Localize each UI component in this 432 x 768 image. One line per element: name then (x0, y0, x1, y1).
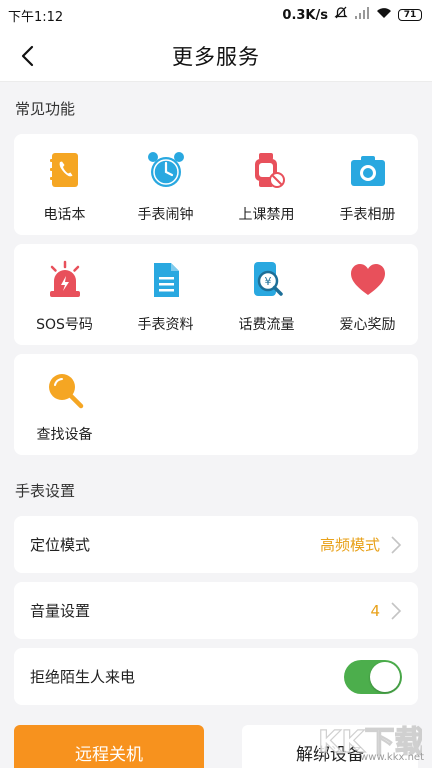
toggle-knob (370, 661, 400, 692)
find-device-label: 查找设备 (36, 427, 93, 443)
reward-label: 爱心奖励 (339, 317, 396, 333)
watermark-url: www.kkx.net (360, 752, 424, 763)
remote-power-off-button[interactable]: 远程关机 (14, 725, 204, 768)
chevron-right-icon (391, 535, 402, 554)
sos-item[interactable]: SOS号码 (14, 244, 115, 345)
watch-info-label: 手表资料 (137, 317, 194, 333)
find-device-item[interactable]: 查找设备 (14, 354, 115, 455)
phonebook-item[interactable]: 电话本 (14, 134, 115, 235)
volume-value: 4 (370, 601, 380, 620)
volume-value-group: 4 (370, 601, 402, 621)
function-card-1: 电话本 手表闹钟 上课禁用 手表相册 (14, 134, 418, 235)
alarm-clock-icon (146, 150, 186, 190)
alarm-siren-icon (45, 260, 85, 300)
volume-label: 音量设置 (30, 602, 91, 620)
camera-icon (348, 150, 388, 190)
heart-icon (348, 260, 388, 300)
class-disable-item[interactable]: 上课禁用 (216, 134, 317, 235)
alarm-label: 手表闹钟 (137, 207, 194, 223)
chevron-right-icon (391, 601, 402, 620)
bottom-action-bar: 远程关机 解绑设备 (14, 725, 418, 768)
phonebook-icon (45, 150, 85, 190)
section-title-common: 常见功能 (15, 99, 76, 118)
reject-strangers-toggle[interactable] (344, 659, 402, 694)
reject-strangers-row: 拒绝陌生人来电 (14, 648, 418, 705)
signal-icon (354, 7, 370, 23)
status-bar: 下午1:12 0.3K/s 71 (0, 0, 432, 30)
battery-icon: 71 (398, 9, 422, 21)
function-card-2: SOS号码 手表资料 ¥ 话费流量 爱心奖励 (14, 244, 418, 345)
page-title: 更多服务 (172, 44, 260, 69)
function-card-3: 查找设备 (14, 354, 418, 455)
back-button[interactable] (12, 40, 44, 72)
document-icon (146, 260, 186, 300)
magnifier-icon (45, 370, 85, 410)
phonebook-label: 电话本 (43, 207, 86, 223)
volume-row[interactable]: 音量设置 4 (14, 582, 418, 639)
svg-text:¥: ¥ (264, 275, 271, 288)
watch-disabled-icon (247, 150, 287, 190)
status-time: 下午1:12 (8, 9, 64, 25)
mute-icon (334, 6, 348, 24)
reward-item[interactable]: 爱心奖励 (317, 244, 418, 345)
watch-info-item[interactable]: 手表资料 (115, 244, 216, 345)
status-indicators: 0.3K/s 71 (282, 6, 422, 24)
wifi-icon (376, 7, 392, 23)
billing-item[interactable]: ¥ 话费流量 (216, 244, 317, 345)
network-speed: 0.3K/s (282, 7, 328, 23)
billing-label: 话费流量 (238, 317, 295, 333)
phone-yuan-search-icon: ¥ (247, 260, 287, 300)
battery-level: 71 (403, 9, 417, 20)
location-mode-value: 高频模式 (319, 536, 380, 554)
location-mode-label: 定位模式 (30, 536, 91, 554)
reject-strangers-label: 拒绝陌生人来电 (30, 668, 136, 686)
header: 更多服务 (0, 30, 432, 82)
location-mode-value-group: 高频模式 (320, 534, 402, 555)
alarm-item[interactable]: 手表闹钟 (115, 134, 216, 235)
section-title-watch: 手表设置 (15, 481, 76, 500)
location-mode-row[interactable]: 定位模式 高频模式 (14, 516, 418, 573)
album-label: 手表相册 (339, 207, 396, 223)
sos-label: SOS号码 (36, 317, 93, 333)
chevron-left-icon (21, 45, 34, 67)
album-item[interactable]: 手表相册 (317, 134, 418, 235)
class-disable-label: 上课禁用 (238, 207, 295, 223)
